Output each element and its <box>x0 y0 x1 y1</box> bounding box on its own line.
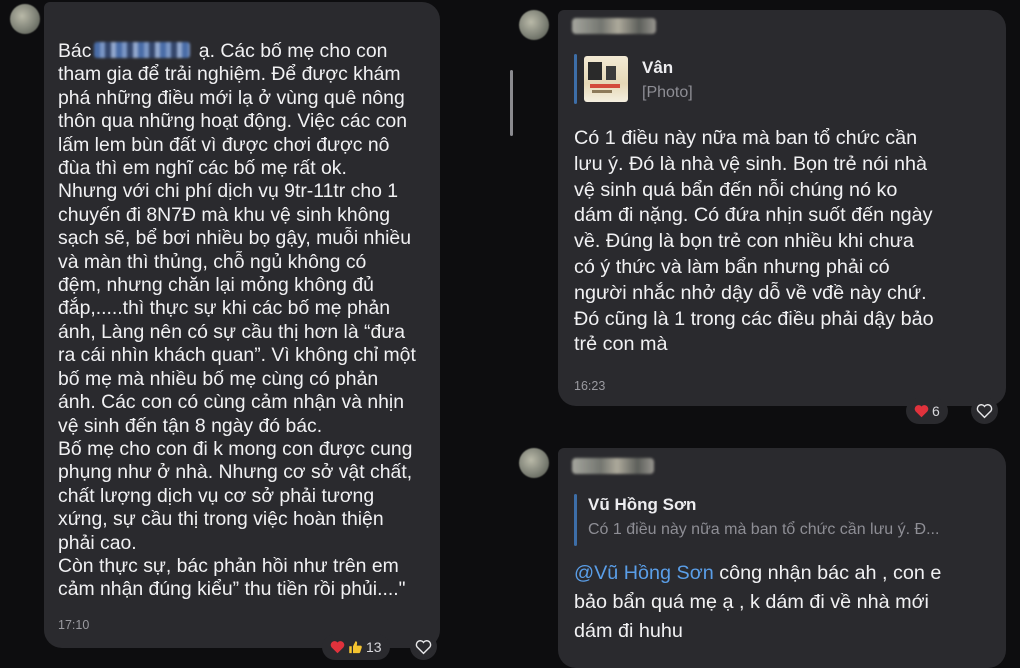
avatar[interactable] <box>519 10 549 40</box>
reply-sender-name: Vũ Hồng Sơn <box>588 495 697 514</box>
heart-outline-icon <box>976 403 993 418</box>
message-bubble-left[interactable]: Bác ạ. Các bố mẹ cho con tham gia để trả… <box>44 2 440 648</box>
mention-link[interactable]: @Vũ Hồng Sơn <box>574 562 714 584</box>
message-body: Có 1 điều này nữa mà ban tổ chức cần lưu… <box>574 127 934 356</box>
reaction-count: 6 <box>932 403 940 419</box>
react-button[interactable] <box>971 397 998 424</box>
avatar[interactable] <box>10 4 40 34</box>
react-button[interactable] <box>410 633 437 660</box>
redacted-name <box>94 42 191 58</box>
message-text: Bác ạ. Các bố mẹ cho con tham gia để trả… <box>58 40 434 602</box>
greeting-start: Bác <box>58 40 92 62</box>
reaction-pill[interactable]: 6 <box>906 398 948 424</box>
reply-preview: Có 1 điều này nữa mà ban tổ chức cần lưu… <box>588 521 940 538</box>
scrollbar[interactable] <box>510 70 513 136</box>
message-body-rest: bảo bẩn quá mẹ ạ , k dám đi về nhà mới d… <box>574 591 929 642</box>
reaction-count: 13 <box>366 639 382 655</box>
reply-sender-name: Vân <box>642 58 674 77</box>
thumbs-up-icon <box>349 640 362 653</box>
avatar[interactable] <box>519 448 549 478</box>
reaction-pill[interactable]: 13 <box>322 634 390 660</box>
message-text: @Vũ Hồng Sơn công nhận bác ah , con e bả… <box>574 559 998 646</box>
reply-preview: [Photo] <box>642 84 693 101</box>
reply-indicator <box>574 54 577 104</box>
message-body: tham gia để trải nghiệm. Để được khám ph… <box>58 63 416 601</box>
sender-name-redacted <box>572 18 656 34</box>
heart-icon <box>914 405 929 418</box>
message-bubble-right-bottom[interactable]: Vũ Hồng Sơn Có 1 điều này nữa mà ban tổ … <box>558 448 1006 668</box>
message-bubble-right-top[interactable]: Vân [Photo] Có 1 điều này nữa mà ban tổ … <box>558 10 1006 406</box>
message-time: 16:23 <box>574 379 606 393</box>
reply-indicator <box>574 494 577 546</box>
sender-name-redacted <box>572 458 654 474</box>
photo-thumbnail[interactable] <box>584 56 628 102</box>
heart-icon <box>330 641 345 654</box>
greeting-end: ạ. Các bố mẹ cho con <box>193 40 388 62</box>
message-body-first: công nhận bác ah , con e <box>713 562 942 584</box>
heart-outline-icon <box>415 639 432 654</box>
message-time: 17:10 <box>58 618 90 632</box>
